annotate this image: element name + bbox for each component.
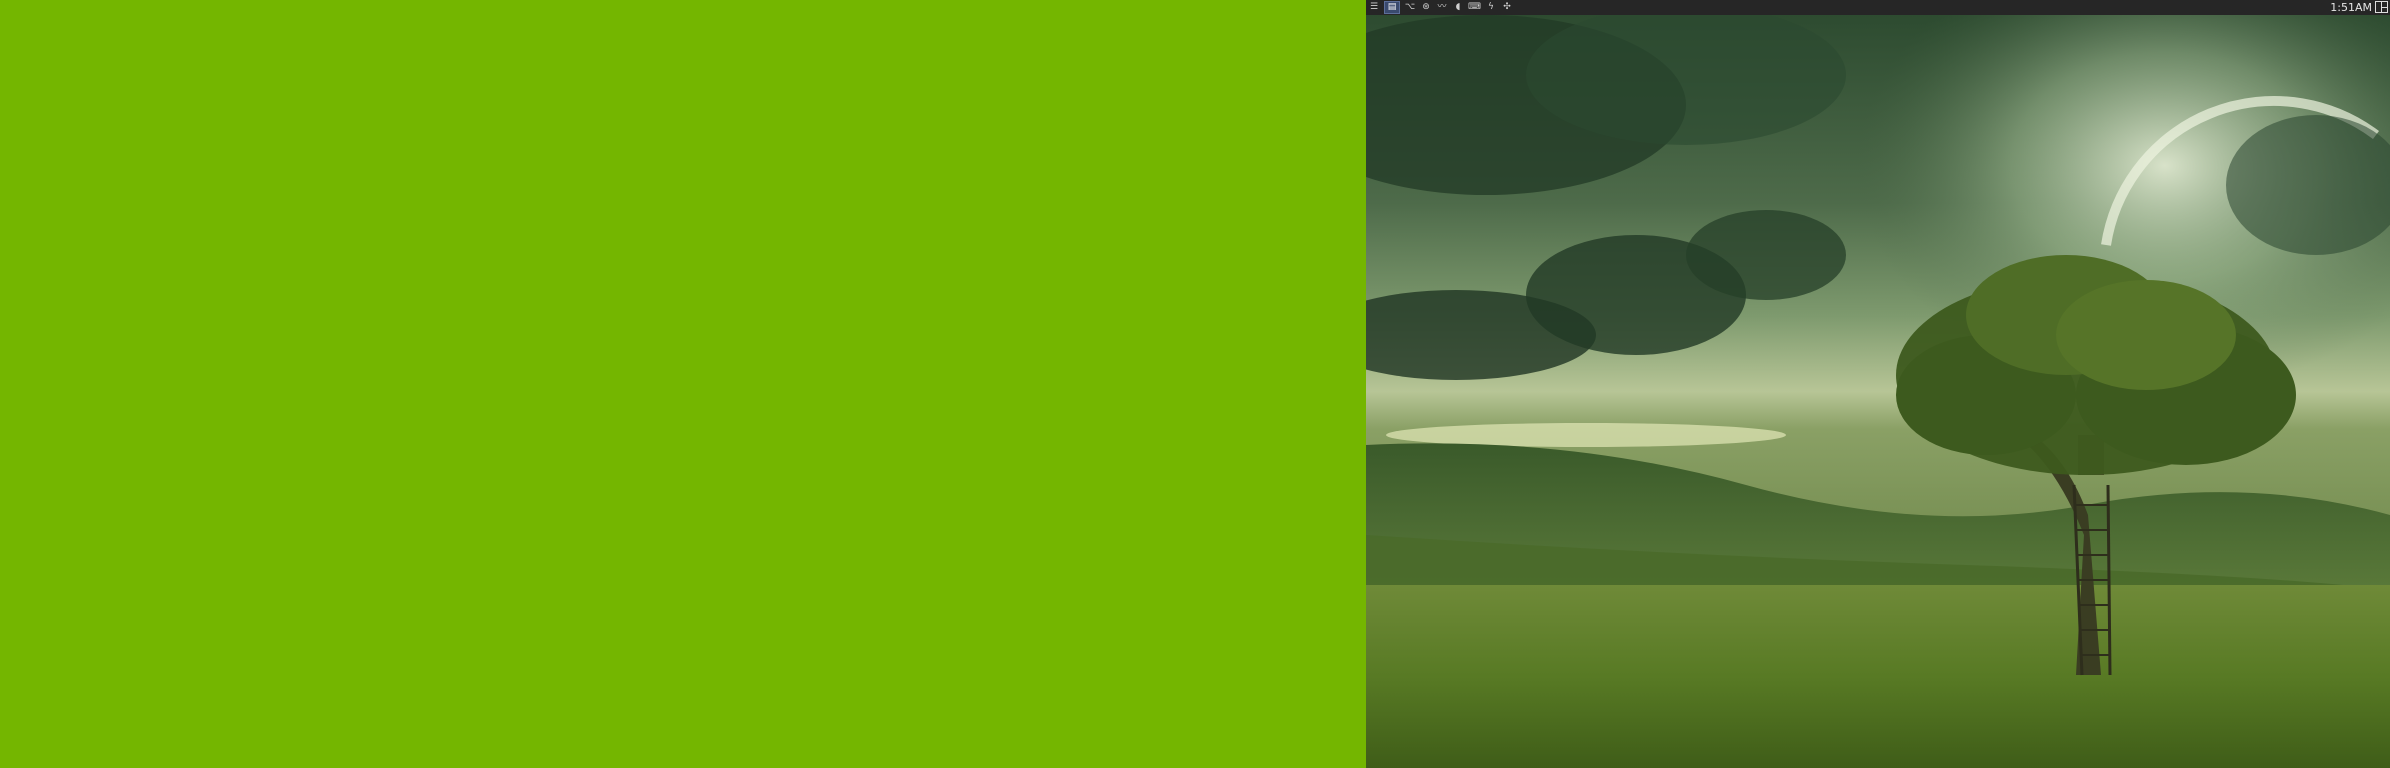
right-monitor-desktop: ☰ ▤ ⌥ ⊛ 〰 ◖ ⌨ ϟ ✣ 1:51AM <box>1366 0 2390 768</box>
power-icon[interactable]: ϟ <box>1485 2 1497 14</box>
branch-icon[interactable]: ⌥ <box>1404 2 1416 14</box>
terminal-icon[interactable]: ▤ <box>1384 1 1400 14</box>
system-tray: ☰ ▤ ⌥ ⊛ 〰 ◖ ⌨ ϟ ✣ <box>1368 0 1513 15</box>
volume-icon[interactable]: ◖ <box>1452 2 1464 14</box>
settings-icon[interactable]: ✣ <box>1501 2 1513 14</box>
top-panel: ☰ ▤ ⌥ ⊛ 〰 ◖ ⌨ ϟ ✣ 1:51AM <box>1366 0 2390 15</box>
window-list-icon[interactable]: ☰ <box>1368 2 1380 14</box>
clock[interactable]: 1:51AM <box>2330 0 2372 15</box>
layout-switcher-icon[interactable] <box>2375 1 2388 13</box>
keyboard-icon[interactable]: ⌨ <box>1468 2 1481 14</box>
wallpaper-image <box>1366 15 2390 768</box>
browser-icon[interactable]: ⊛ <box>1420 2 1432 14</box>
network-icon[interactable]: 〰 <box>1436 2 1448 14</box>
left-monitor-desktop <box>0 0 1366 768</box>
